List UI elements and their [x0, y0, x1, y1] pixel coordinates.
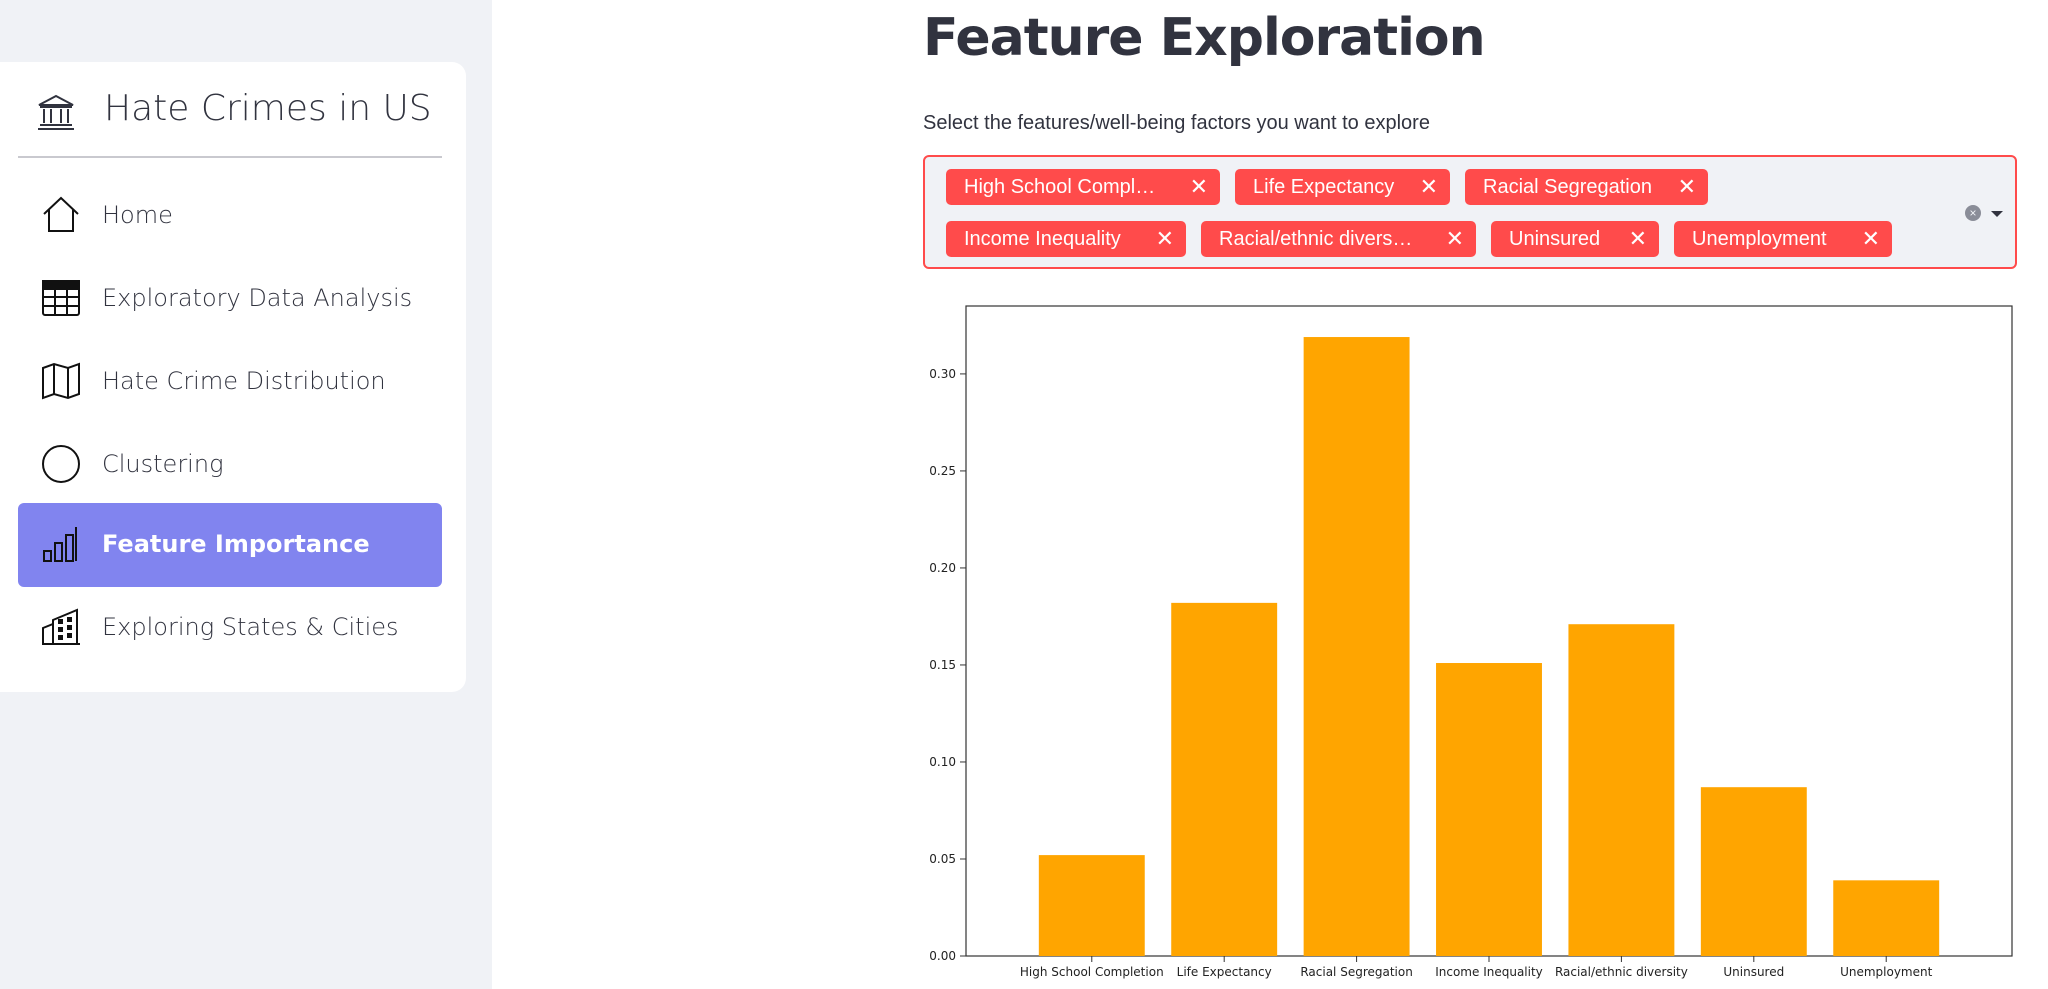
- nav-item-home[interactable]: Home: [18, 174, 442, 258]
- feature-chip: Uninsured ✕: [1491, 221, 1659, 257]
- y-tick-label: 0.15: [929, 658, 956, 672]
- nav-item-label: Exploratory Data Analysis: [102, 284, 413, 312]
- app-title: Hate Crimes in US: [104, 88, 432, 129]
- chip-remove-icon[interactable]: ✕: [1629, 221, 1647, 257]
- y-tick-label: 0.25: [929, 464, 956, 478]
- bar: [1171, 602, 1278, 956]
- chip-label: Uninsured: [1509, 228, 1601, 250]
- feature-chip: High School Compl… ✕: [946, 169, 1220, 205]
- nav-header: Hate Crimes in US: [18, 62, 442, 158]
- navigation-menu: Hate Crimes in US Home Exploratory Data …: [0, 62, 466, 692]
- chevron-down-icon[interactable]: [1991, 211, 2003, 217]
- x-tick-label: Racial Segregation: [1300, 965, 1413, 979]
- chip-remove-icon[interactable]: ✕: [1420, 169, 1438, 205]
- feature-chip: Income Inequality ✕: [946, 221, 1186, 257]
- nav-item-clustering[interactable]: Clustering: [18, 423, 442, 507]
- chip-label: Income Inequality: [964, 228, 1121, 250]
- main-content: Feature Exploration Select the features/…: [492, 0, 2048, 989]
- buildings-icon: [40, 606, 82, 648]
- chip-label: Racial Segregation: [1483, 176, 1652, 198]
- feature-chip: Unemployment ✕: [1674, 221, 1892, 257]
- bank-icon: [36, 92, 76, 132]
- nav-item-exploratory-data-analysis[interactable]: Exploratory Data Analysis: [18, 257, 442, 341]
- nav-item-hate-crime-distribution[interactable]: Hate Crime Distribution: [18, 340, 442, 424]
- y-tick-label: 0.30: [929, 367, 956, 381]
- nav-item-label: Exploring States & Cities: [102, 613, 399, 641]
- clear-all-icon[interactable]: ×: [1965, 205, 1981, 221]
- x-tick-label: Racial/ethnic diversity: [1555, 965, 1688, 979]
- feature-chip: Racial/ethnic divers… ✕: [1201, 221, 1476, 257]
- house-icon: [40, 194, 82, 236]
- nav-item-label: Hate Crime Distribution: [102, 367, 386, 395]
- x-tick-label: High School Completion: [1020, 965, 1164, 979]
- chip-label: Life Expectancy: [1253, 176, 1395, 198]
- bar: [1038, 855, 1145, 956]
- bar: [1833, 880, 1940, 956]
- y-tick-label: 0.20: [929, 561, 956, 575]
- table-icon: [40, 277, 82, 319]
- nav-item-label: Feature Importance: [102, 530, 370, 558]
- bar: [1700, 787, 1807, 956]
- bar-chart-icon: [40, 523, 82, 565]
- feature-multiselect[interactable]: High School Compl… ✕ Life Expectancy ✕ R…: [923, 155, 2017, 269]
- feature-chip: Racial Segregation ✕: [1465, 169, 1708, 205]
- chip-remove-icon[interactable]: ✕: [1156, 221, 1174, 257]
- chip-remove-icon[interactable]: ✕: [1678, 169, 1696, 205]
- multiselect-label: Select the features/well-being factors y…: [923, 112, 1430, 134]
- feature-chip: Life Expectancy ✕: [1235, 169, 1450, 205]
- nav-item-feature-importance[interactable]: Feature Importance: [18, 503, 442, 587]
- circle-icon: [40, 443, 82, 485]
- bar: [1436, 663, 1542, 956]
- nav-item-label: Clustering: [102, 450, 224, 478]
- x-tick-label: Income Inequality: [1435, 965, 1543, 979]
- sidebar: Hate Crimes in US Home Exploratory Data …: [0, 0, 492, 989]
- bar: [1303, 337, 1410, 956]
- chip-remove-icon[interactable]: ✕: [1190, 169, 1208, 205]
- page-title: Feature Exploration: [923, 8, 1486, 68]
- x-tick-label: Unemployment: [1840, 965, 1933, 979]
- nav-item-exploring-states-cities[interactable]: Exploring States & Cities: [18, 586, 442, 670]
- x-tick-label: Uninsured: [1723, 965, 1784, 979]
- nav-item-label: Home: [102, 201, 173, 229]
- bar: [1568, 624, 1675, 956]
- chip-label: Racial/ethnic divers…: [1219, 228, 1413, 250]
- feature-importance-chart: 0.00 0.05 0.10 0.15 0.20 0.25 0.30 High School …: [929, 305, 2013, 979]
- y-tick-label: 0.10: [929, 755, 956, 769]
- x-tick-label: Life Expectancy: [1177, 965, 1272, 979]
- chip-label: High School Compl…: [964, 176, 1156, 198]
- chip-remove-icon[interactable]: ✕: [1862, 221, 1880, 257]
- y-tick-label: 0.05: [929, 852, 956, 866]
- map-icon: [40, 360, 82, 402]
- y-tick-label: 0.00: [929, 949, 956, 963]
- chip-label: Unemployment: [1692, 228, 1827, 250]
- chip-remove-icon[interactable]: ✕: [1446, 221, 1464, 257]
